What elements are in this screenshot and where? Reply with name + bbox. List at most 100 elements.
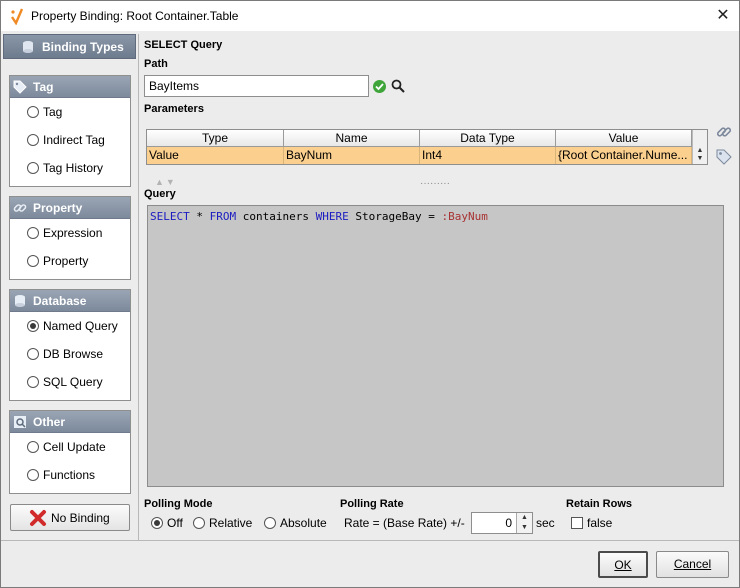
stepper-up-icon[interactable]: ▲ xyxy=(517,513,532,523)
option-sql-query-label: SQL Query xyxy=(43,375,103,389)
query-label: Query xyxy=(144,188,176,200)
select-query-heading: SELECT Query xyxy=(144,39,223,51)
radio-polling-relative[interactable] xyxy=(193,517,205,529)
option-named-query-label: Named Query xyxy=(43,319,118,333)
option-tag-label: Tag xyxy=(43,105,63,119)
radio-polling-off[interactable] xyxy=(151,517,163,529)
group-other: Other Cell Update Functions xyxy=(9,410,131,494)
group-tag-label: Tag xyxy=(33,80,54,94)
option-tag[interactable]: Tag xyxy=(10,98,130,126)
left-column-divider xyxy=(138,34,139,540)
row-move-arrows-icon[interactable]: ▲▼ xyxy=(155,177,177,187)
rate-stepper-buttons[interactable]: ▲ ▼ xyxy=(516,513,532,533)
polling-mode-label: Polling Mode xyxy=(144,498,213,510)
no-binding-button[interactable]: No Binding xyxy=(10,504,130,531)
table-cell-data-type[interactable]: Int4 xyxy=(420,147,556,164)
query-editor[interactable]: SELECT * FROM containers WHERE StorageBa… xyxy=(147,205,724,487)
option-indirect-tag-label: Indirect Tag xyxy=(43,133,105,147)
radio-indirect-tag[interactable] xyxy=(27,134,39,146)
radio-sql-query[interactable] xyxy=(27,376,39,388)
ignition-logo-icon xyxy=(11,8,24,25)
parameters-label: Parameters xyxy=(144,103,204,115)
radio-db-browse[interactable] xyxy=(27,348,39,360)
polling-relative-label: Relative xyxy=(209,516,253,530)
option-tag-history[interactable]: Tag History xyxy=(10,154,130,182)
group-property-label: Property xyxy=(33,201,83,215)
sql-text: * xyxy=(189,210,210,223)
option-cell-update-label: Cell Update xyxy=(43,440,106,454)
radio-cell-update[interactable] xyxy=(27,441,39,453)
group-database-header: Database xyxy=(10,290,130,312)
radio-functions[interactable] xyxy=(27,469,39,481)
search-icon[interactable] xyxy=(391,79,405,93)
cancel-button[interactable]: Cancel xyxy=(656,551,729,578)
radio-named-query[interactable] xyxy=(27,320,39,332)
close-icon[interactable]: ✕ xyxy=(713,6,733,26)
table-cell-name[interactable]: BayNum xyxy=(284,147,420,164)
column-header-type[interactable]: Type xyxy=(147,130,284,147)
database-icon xyxy=(23,41,33,53)
radio-property[interactable] xyxy=(27,255,39,267)
group-tag-header: Tag xyxy=(10,76,130,98)
valid-check-icon xyxy=(373,80,386,93)
option-sql-query[interactable]: SQL Query xyxy=(10,368,130,396)
column-header-name[interactable]: Name xyxy=(284,130,420,147)
table-scrollbar[interactable]: ▲ ▼ xyxy=(692,130,707,164)
ok-button-label: OK xyxy=(614,558,632,572)
link-icon[interactable] xyxy=(715,123,733,141)
radio-tag[interactable] xyxy=(27,106,39,118)
option-functions[interactable]: Functions xyxy=(10,461,130,489)
ok-button[interactable]: OK xyxy=(598,551,648,578)
property-binding-dialog: Property Binding: Root Container.Table ✕… xyxy=(0,0,740,588)
group-other-label: Other xyxy=(33,415,66,429)
option-expression-label: Expression xyxy=(43,226,103,240)
title-bar: Property Binding: Root Container.Table ✕ xyxy=(1,1,739,31)
binding-types-header: Binding Types xyxy=(3,34,136,59)
option-indirect-tag[interactable]: Indirect Tag xyxy=(10,126,130,154)
scroll-up-icon[interactable]: ▲ xyxy=(694,147,706,155)
path-input[interactable]: BayItems xyxy=(144,75,369,97)
rate-stepper[interactable]: 0 ▲ ▼ xyxy=(471,512,533,534)
option-expression[interactable]: Expression xyxy=(10,219,130,247)
option-named-query[interactable]: Named Query xyxy=(10,312,130,340)
polling-rate-label: Polling Rate xyxy=(340,498,404,510)
sql-parameter: :BayNum xyxy=(441,210,488,223)
red-x-icon xyxy=(30,510,46,526)
no-binding-label: No Binding xyxy=(51,511,110,525)
retain-rows-label: Retain Rows xyxy=(566,498,633,510)
binding-types-title: Binding Types xyxy=(42,40,124,54)
scroll-down-icon[interactable]: ▼ xyxy=(694,155,706,163)
group-database-label: Database xyxy=(33,294,87,308)
tag-icon[interactable] xyxy=(715,148,733,166)
splitter-handle[interactable]: ········· xyxy=(420,178,450,189)
bottom-divider xyxy=(1,540,739,541)
column-header-value[interactable]: Value xyxy=(556,130,692,147)
option-tag-history-label: Tag History xyxy=(43,161,104,175)
group-tag: Tag Tag Indirect Tag Tag History xyxy=(9,75,131,187)
option-cell-update[interactable]: Cell Update xyxy=(10,433,130,461)
retain-rows-value: false xyxy=(587,516,613,530)
radio-tag-history[interactable] xyxy=(27,162,39,174)
option-property[interactable]: Property xyxy=(10,247,130,275)
table-cell-type[interactable]: Value xyxy=(147,147,284,164)
radio-polling-absolute[interactable] xyxy=(264,517,276,529)
parameters-table: Type Name Data Type Value Value BayNum I… xyxy=(146,129,708,165)
column-header-data-type[interactable]: Data Type xyxy=(420,130,556,147)
radio-expression[interactable] xyxy=(27,227,39,239)
rate-unit-label: sec xyxy=(536,516,555,530)
sql-keyword-from: FROM xyxy=(209,210,237,223)
rate-value[interactable]: 0 xyxy=(505,516,512,530)
sql-text: StorageBay = xyxy=(348,210,442,223)
group-property-header: Property xyxy=(10,197,130,219)
option-property-label: Property xyxy=(43,254,89,268)
sql-text: containers xyxy=(236,210,316,223)
window-title: Property Binding: Root Container.Table xyxy=(31,9,239,23)
database-icon xyxy=(15,295,25,307)
stepper-down-icon[interactable]: ▼ xyxy=(517,523,532,533)
window-search-icon xyxy=(14,416,26,428)
table-cell-value[interactable]: {Root Container.Nume... xyxy=(556,147,692,164)
tag-icon xyxy=(13,80,27,94)
retain-rows-checkbox[interactable] xyxy=(571,517,583,529)
link-icon xyxy=(13,204,27,212)
option-db-browse[interactable]: DB Browse xyxy=(10,340,130,368)
